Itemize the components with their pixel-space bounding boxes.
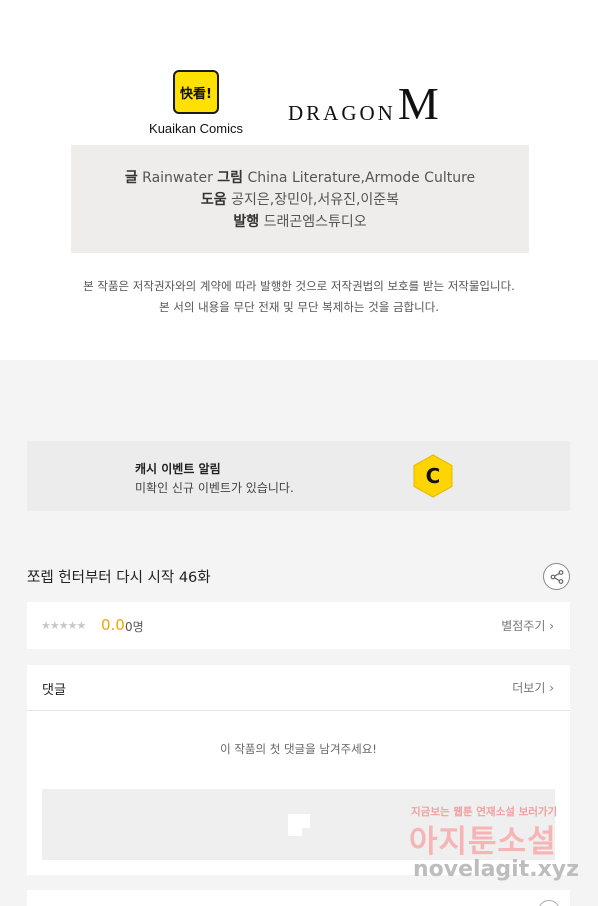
watermark-url: novelagit.xyz [413, 857, 579, 882]
comments-title: 댓글 [42, 683, 66, 698]
art-value: China Literature,Armode Culture [247, 170, 476, 186]
coin-letter: C [426, 464, 441, 488]
assist-label: 도움 [200, 192, 227, 208]
art-label: 그림 [217, 170, 244, 186]
comment-write-icon [288, 814, 310, 836]
credit-publisher: 발행 드래곤엠스튜디오 [71, 211, 529, 233]
comments-empty-message: 이 작품의 첫 댓글을 남겨주세요! [220, 742, 377, 756]
assist-value: 공지은,장민아,서유진,이준복 [231, 192, 400, 208]
share-icon [550, 569, 563, 584]
cash-coin-icon: C [413, 454, 453, 498]
publisher-value: 드래곤엠스튜디오 [263, 214, 367, 230]
writer-label: 글 [124, 170, 138, 186]
kuaikan-logo: 快看! Kuaikan Comics [148, 70, 244, 136]
credit-assist: 도움 공지은,장민아,서유진,이준복 [71, 189, 529, 211]
comments-header: 댓글 더보기 › [27, 665, 570, 711]
event-desc: 미확인 신규 이벤트가 있습니다. [135, 481, 294, 495]
rating-score: 0.0 [101, 616, 125, 634]
copyright-line-2: 본 서의 내용을 무단 전재 및 무단 복제하는 것을 금합니다. [159, 300, 439, 314]
next-card [27, 890, 570, 906]
watermark-brand: 아지툰소설 [409, 824, 557, 860]
rating-stars: ★★★★★ [41, 619, 86, 632]
rating-card: ★★★★★ 0.0 0명 별점주기 › [27, 602, 570, 649]
kuaikan-badge: 快看! [173, 70, 219, 114]
event-title: 캐시 이벤트 알림 [135, 462, 221, 476]
kuaikan-name: Kuaikan Comics [149, 121, 243, 136]
publisher-label: 발행 [233, 214, 260, 230]
credits-section: 快看! Kuaikan Comics DRAGON M 글 Rainwater … [0, 0, 598, 360]
publisher-logos: 快看! Kuaikan Comics DRAGON M [0, 70, 598, 140]
watermark: 지금보는 웹툰 연재소설 보러가기 아지툰소설 novelagit.xyz [405, 802, 580, 892]
rate-button[interactable]: 별점주기 › [501, 617, 554, 634]
copyright-line-1: 본 작품은 저작권자와의 계약에 따라 발행한 것으로 저작권법의 보호를 받는… [83, 279, 515, 293]
comments-more-link[interactable]: 더보기 › [512, 679, 554, 696]
rating-count: 0명 [125, 620, 144, 634]
cash-event-banner[interactable]: 캐시 이벤트 알림 미확인 신규 이벤트가 있습니다. C [27, 441, 570, 511]
episode-title: 쪼렙 헌터부터 다시 시작 46화 [27, 570, 211, 586]
dragon-m-letter: M [397, 77, 439, 129]
share-button[interactable] [543, 563, 570, 590]
copyright-notice: 본 작품은 저작권자와의 계약에 따라 발행한 것으로 저작권법의 보호를 받는… [0, 276, 598, 318]
writer-value: Rainwater [142, 170, 213, 186]
dragon-m-logo: DRAGON M [288, 77, 468, 129]
dragon-text: DRAGON [288, 101, 396, 125]
credits-box: 글 Rainwater 그림 China Literature,Armode C… [71, 145, 529, 253]
next-card-icon[interactable] [538, 900, 560, 906]
credit-writer: 글 Rainwater 그림 China Literature,Armode C… [71, 167, 529, 189]
